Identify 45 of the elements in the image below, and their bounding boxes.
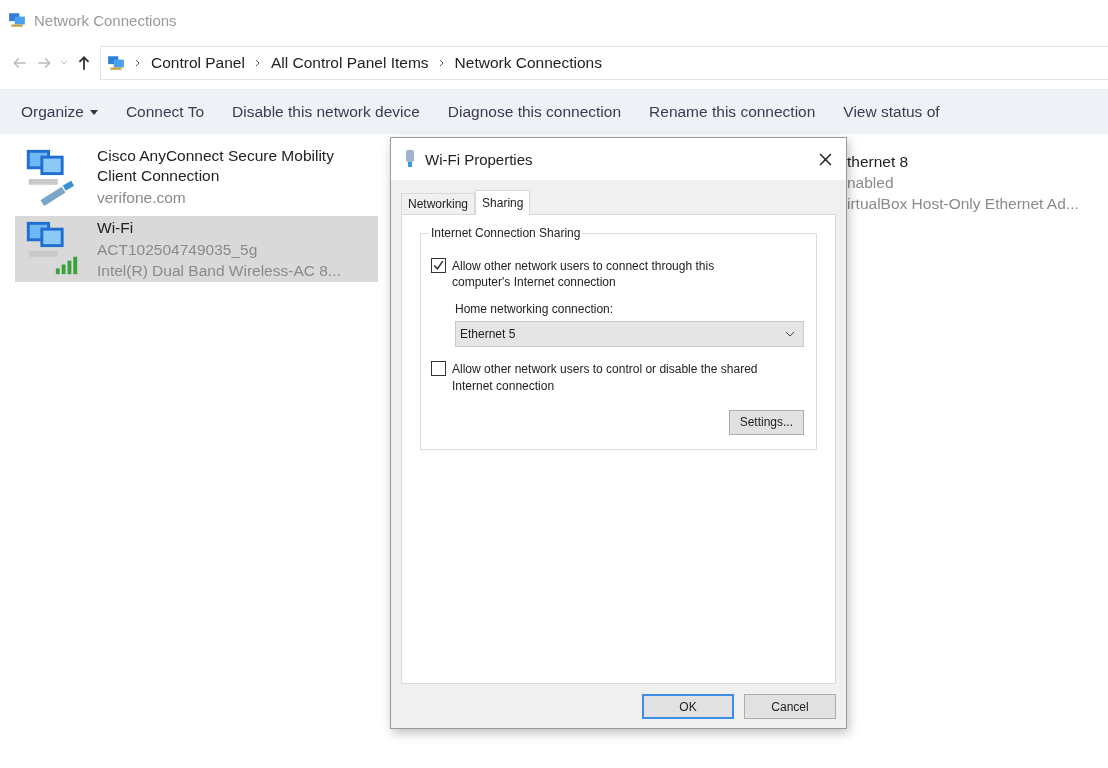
breadcrumb-item[interactable]: Network Connections	[454, 54, 602, 72]
network-icon	[107, 55, 125, 71]
connection-name: Wi-Fi	[97, 218, 135, 238]
checkbox[interactable]	[431, 361, 446, 377]
connection-status: ACT102504749035_5g	[97, 241, 259, 260]
group-title: Internet Connection Sharing	[429, 226, 583, 240]
connection-name: thernet 8	[847, 153, 910, 171]
field-label: Home networking connection:	[455, 302, 615, 317]
dropdown-arrow-icon	[89, 109, 98, 115]
toolbar-button[interactable]: Organize	[10, 99, 109, 125]
tab[interactable]: Sharing	[475, 190, 531, 215]
toolbar-button[interactable]: Connect To	[114, 99, 216, 125]
connection-status: nabled	[847, 174, 895, 192]
adapter-name: Intel(R) Dual Band Wireless-AC 8...	[97, 262, 342, 281]
dialog-button[interactable]: Cancel	[744, 694, 836, 719]
dialog-title: Wi-Fi Properties	[425, 150, 534, 168]
toolbar-button[interactable]: Rename this connection	[638, 99, 827, 125]
close-icon[interactable]	[819, 152, 832, 166]
chevron-right-icon	[254, 59, 261, 67]
toolbar-button[interactable]: Diagnose this connection	[436, 99, 633, 125]
address-bar[interactable]: Control Panel All Control Panel Items Network Connections	[100, 46, 1108, 80]
connection-name: Cisco AnyConnect Secure Mobility Client Connection	[97, 146, 335, 187]
checkbox[interactable]	[431, 258, 446, 273]
wifi-adapter-icon	[405, 150, 415, 168]
connection-item[interactable]: Cisco AnyConnect Secure Mobility Client Connection verifone.com	[15, 144, 378, 210]
settings-button[interactable]: Settings...	[728, 409, 804, 435]
checkbox-label[interactable]: Allow other network users to connect through this computer's Internet connection	[452, 258, 762, 291]
network-icon	[8, 12, 26, 28]
checkbox-label[interactable]: Allow other network users to control or disable the shared Internet connection	[452, 361, 762, 394]
dropdown-field[interactable]: Ethernet 5	[455, 321, 804, 348]
tab[interactable]: Networking	[401, 193, 476, 214]
up-arrow-icon[interactable]	[76, 55, 92, 71]
connection-item[interactable]: thernet 8 nabled irtualBox Host-Only Ethernet Ad...	[845, 144, 1079, 213]
connection-item[interactable]: Wi-Fi ACT102504749035_5g Intel(R) Dual Band Wireless-AC 8...	[15, 216, 378, 283]
toolbar-button[interactable]: Disable this network device	[221, 99, 431, 125]
chevron-right-icon	[135, 59, 141, 67]
connection-status: verifone.com	[97, 189, 187, 208]
chevron-right-icon	[438, 59, 445, 67]
dialog-button[interactable]: OK	[642, 694, 734, 719]
chevron-down-icon	[785, 331, 795, 338]
toolbar-button[interactable]: View status of	[832, 99, 951, 125]
window-title: Network Connections	[34, 11, 177, 29]
breadcrumb-item[interactable]: All Control Panel Items	[270, 54, 429, 72]
breadcrumb-item[interactable]: Control Panel	[151, 54, 245, 72]
adapter-name: irtualBox Host-Only Ethernet Ad...	[847, 195, 1079, 213]
